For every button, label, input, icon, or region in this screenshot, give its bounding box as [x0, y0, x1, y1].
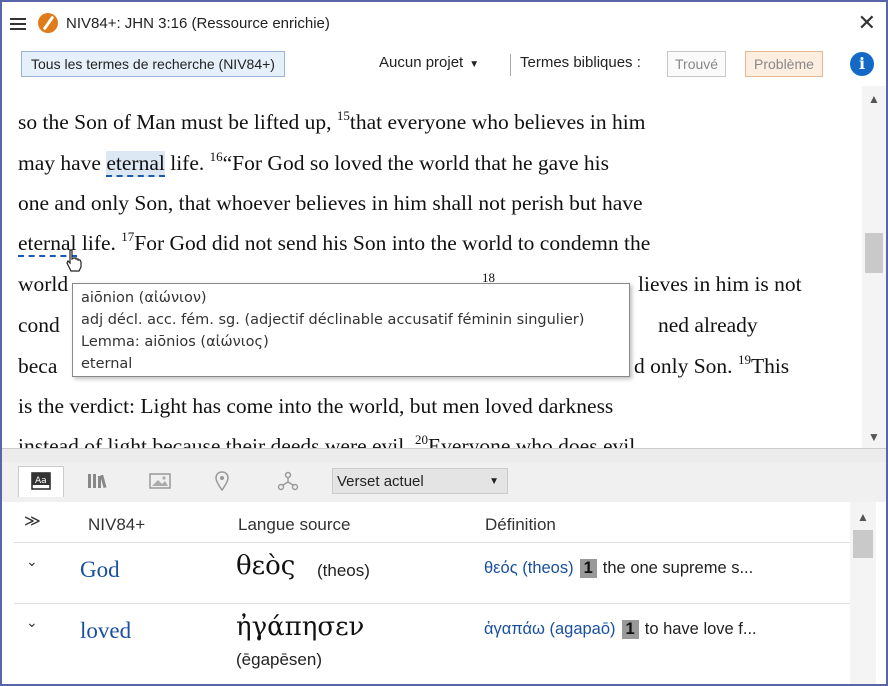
text-line: instead of light because their deeds wer…	[18, 432, 636, 448]
lemma-link[interactable]: θεός (theos)	[484, 559, 574, 577]
toolbar: Tous les termes de recherche (NIV84+) Au…	[2, 44, 886, 86]
expand-row-icon[interactable]: ⌄	[26, 553, 38, 570]
verse-number: 19	[737, 352, 751, 367]
highlighted-word[interactable]: eternal	[106, 151, 165, 177]
problem-button[interactable]: Problème	[745, 51, 823, 77]
sense-number: 1	[621, 620, 639, 639]
column-header-niv[interactable]: NIV84+	[88, 515, 145, 535]
tooltip-form: aiōnion (αἰώνιον)	[81, 290, 207, 306]
tooltip-parsing: adj décl. acc. fém. sg. (adjectif déclin…	[81, 312, 585, 328]
text-line: lieves in him is not	[638, 272, 802, 296]
table-row[interactable]: ⌄ loved ἠγάπησεν (ēgapēsen) ἀγαπάω (agap…	[14, 604, 850, 684]
window-title: NIV84+: JHN 3:16 (Ressource enrichie)	[66, 15, 330, 32]
word-analysis-table: ≫ NIV84+ Langue source Définition ⌄ God …	[14, 502, 850, 684]
text-line: world	[18, 272, 69, 296]
definition-cell: θεός (theos) 1 the one supreme s...	[484, 559, 753, 578]
verse-scope-value: Verset actuel	[337, 473, 424, 490]
scroll-up-icon[interactable]: ▲	[868, 92, 880, 106]
english-word[interactable]: loved	[80, 618, 131, 644]
location-tab[interactable]	[200, 466, 244, 496]
panel-tab-bar: Aa Verset actuel ▼	[2, 462, 886, 502]
text-line: is the verdict: Light has come into the …	[18, 394, 614, 418]
text-line: cond	[18, 313, 60, 337]
text-line: one and only Son, that whoever believes …	[18, 191, 643, 215]
tooltip-gloss: eternal	[81, 356, 133, 372]
toolbar-divider	[510, 54, 511, 76]
transliteration: (ēgapēsen)	[236, 650, 323, 669]
close-icon[interactable]: ✕	[858, 10, 876, 36]
verse-number: 15	[336, 108, 350, 123]
verse-number: 20	[415, 432, 429, 447]
column-header-definition[interactable]: Définition	[485, 515, 556, 535]
expand-row-icon[interactable]: ⌄	[26, 614, 38, 631]
project-dropdown[interactable]: Aucun projet ▼	[379, 54, 479, 71]
app-logo-icon	[38, 13, 58, 33]
image-icon	[149, 473, 171, 489]
table-header: ≫ NIV84+ Langue source Définition	[14, 502, 850, 543]
greek-word: ἠγάπησεν	[236, 612, 365, 642]
search-terms-button[interactable]: Tous les termes de recherche (NIV84+)	[21, 51, 285, 77]
hand-cursor-icon	[66, 249, 82, 272]
found-button[interactable]: Trouvé	[667, 51, 727, 77]
chevron-down-icon: ▼	[469, 59, 480, 70]
scripture-text-pane[interactable]: so the Son of Man must be lifted up, 15t…	[2, 86, 862, 448]
table-row[interactable]: ⌄ God θεὸς (theos) θεός (theos) 1 the one …	[14, 543, 850, 604]
sense-number: 1	[579, 559, 597, 578]
location-icon	[215, 471, 229, 491]
text-tab[interactable]: Aa	[18, 466, 64, 497]
library-tab[interactable]	[76, 466, 120, 496]
text-line: eternal life. 17For God did not send his…	[18, 229, 651, 257]
verse-number: 17	[121, 229, 135, 244]
morphology-tooltip: aiōnion (αἰώνιον) adj décl. acc. fém. sg…	[72, 283, 630, 377]
collapse-all-icon[interactable]: ≫	[24, 511, 41, 531]
svg-text:Aa: Aa	[35, 476, 47, 486]
scrollbar-thumb[interactable]	[865, 233, 883, 273]
scrollbar-thumb[interactable]	[853, 530, 873, 558]
transliteration: (theos)	[317, 561, 370, 580]
scroll-down-icon[interactable]: ▼	[868, 430, 880, 444]
pane-splitter[interactable]	[2, 448, 886, 463]
scroll-up-icon[interactable]: ▲	[857, 510, 869, 524]
chevron-down-icon: ▼	[489, 476, 499, 487]
hamburger-menu-icon[interactable]	[10, 18, 26, 30]
network-tab[interactable]	[266, 466, 310, 496]
text-line: beca	[18, 354, 58, 378]
text-line: may have eternal life. 16“For God so lov…	[18, 149, 609, 177]
text-line: d only Son. 19This	[634, 352, 790, 378]
biblical-terms-label: Termes bibliques :	[520, 54, 641, 71]
greek-word: θεὸς	[236, 551, 296, 581]
tooltip-lemma: Lemma: aiōnios (αἰώνιος)	[81, 334, 269, 350]
definition-text: the one supreme s...	[602, 559, 754, 577]
verse-scope-dropdown[interactable]: Verset actuel ▼	[332, 468, 508, 494]
text-scrollbar[interactable]: ▲ ▼	[862, 86, 886, 448]
text-line: so the Son of Man must be lifted up, 15t…	[18, 108, 646, 134]
network-icon	[277, 471, 299, 491]
image-tab[interactable]	[138, 466, 182, 496]
title-bar: NIV84+: JHN 3:16 (Ressource enrichie) ✕	[2, 2, 886, 44]
text-icon: Aa	[31, 472, 51, 490]
english-word[interactable]: God	[80, 557, 120, 583]
lemma-link[interactable]: ἀγαπάω (agapaō)	[484, 620, 616, 638]
info-icon[interactable]: i	[850, 52, 874, 76]
resource-window: NIV84+: JHN 3:16 (Ressource enrichie) ✕ …	[0, 0, 888, 686]
column-header-source[interactable]: Langue source	[238, 515, 350, 535]
definition-cell: ἀγαπάω (agapaō) 1 to have love f...	[484, 620, 757, 639]
definition-text: to have love f...	[644, 620, 757, 638]
text-line: ned already	[658, 313, 758, 337]
project-label: Aucun projet	[379, 54, 464, 71]
library-icon	[88, 474, 107, 489]
verse-number: 16	[209, 149, 223, 164]
table-scrollbar[interactable]: ▲	[850, 502, 876, 684]
